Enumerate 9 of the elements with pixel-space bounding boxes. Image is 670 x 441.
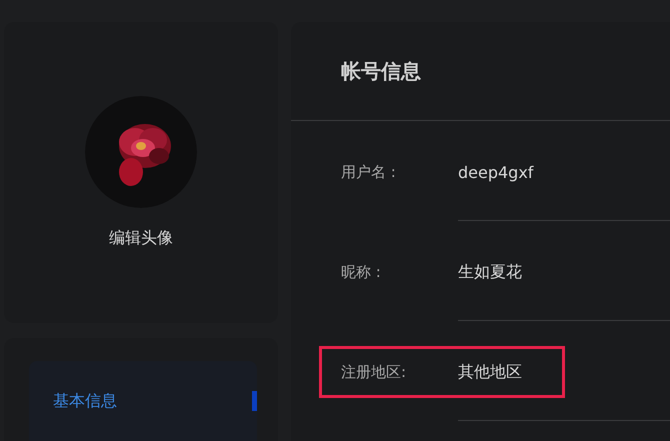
field-value: 生如夏花 xyxy=(458,262,522,282)
field-value: 其他地区 xyxy=(458,362,522,382)
field-value: deep4gxf xyxy=(458,162,534,182)
menu-item[interactable]: 基本信息 xyxy=(29,361,257,441)
edit-avatar-link[interactable]: 编辑头像 xyxy=(109,228,173,249)
panel-title: 帐号信息 xyxy=(340,58,422,84)
field-label: 昵称 : xyxy=(341,262,382,282)
field-label: 用户名 : xyxy=(341,162,397,182)
field-label: 注册地区: xyxy=(341,362,408,382)
